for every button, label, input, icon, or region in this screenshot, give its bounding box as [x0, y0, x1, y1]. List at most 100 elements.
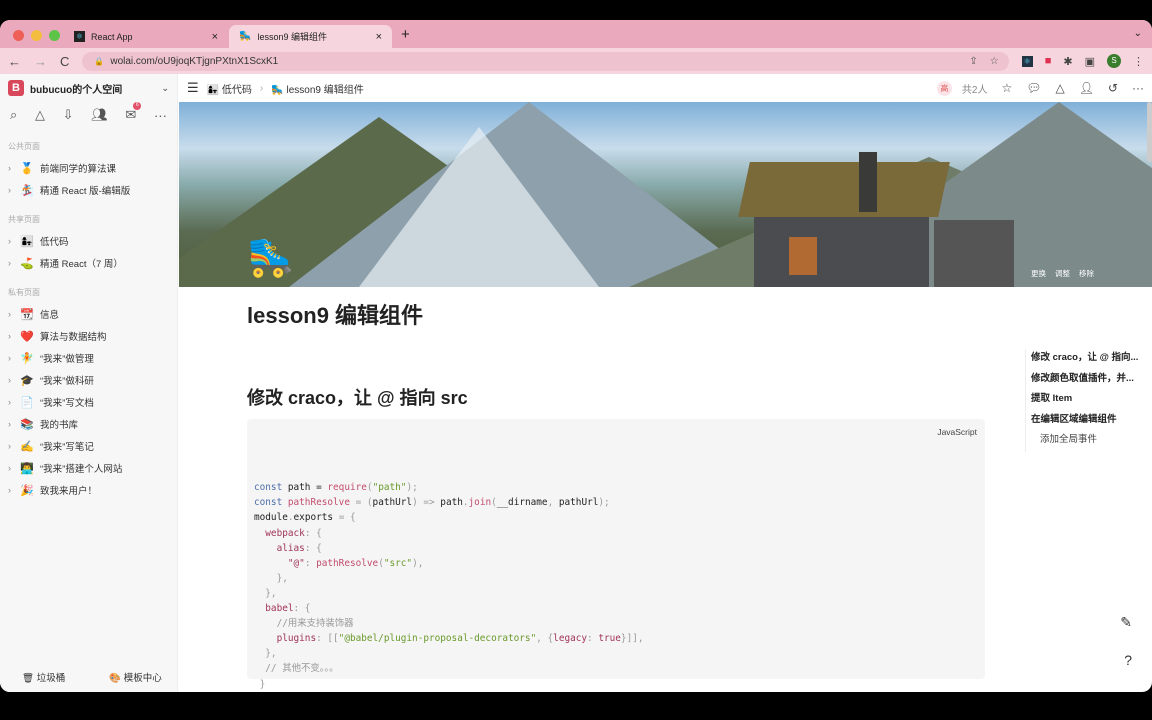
sidebar-item-label: 低代码: [40, 237, 69, 248]
collaborator-avatar[interactable]: 高: [936, 80, 952, 96]
expand-chevron-icon[interactable]: ›: [8, 236, 14, 246]
menu-icon[interactable]: ☰: [187, 80, 199, 96]
sidebar-item[interactable]: › 📚 我的书库: [0, 413, 177, 435]
comment-icon[interactable]: 💬︎: [1026, 81, 1041, 95]
react-devtools-icon[interactable]: ⚛: [1021, 55, 1033, 67]
change-cover-button[interactable]: 更换: [1031, 268, 1046, 279]
templates-button[interactable]: 🎨 模板中心: [109, 670, 161, 684]
sidebar-item[interactable]: › 🧚 “我来”做管理: [0, 347, 177, 369]
tab-list-chevron-icon[interactable]: ⌄: [1134, 28, 1142, 39]
sidebar-item[interactable]: › 🥇 前端同学的算法课: [0, 157, 177, 179]
sidebar-item[interactable]: › 🏂 精通 React 版-编辑版: [0, 179, 177, 201]
sidebar-item[interactable]: › ❤️ 算法与数据结构: [0, 325, 177, 347]
code-token: join: [468, 497, 492, 509]
code-token: : [[: [316, 633, 339, 645]
expand-chevron-icon[interactable]: ›: [8, 185, 14, 195]
close-window-button[interactable]: [13, 30, 24, 41]
page-icon[interactable]: 🛼: [247, 236, 294, 280]
forward-button[interactable]: →: [34, 54, 47, 69]
members-icon[interactable]: 👥︎: [91, 107, 108, 123]
puzzle-icon[interactable]: ✱: [1063, 55, 1072, 68]
code-line: // 其他不变。。。: [254, 661, 978, 676]
breadcrumb-item[interactable]: 🛼 lesson9 编辑组件: [271, 81, 363, 96]
section-title: 私有页面: [8, 288, 40, 297]
expand-chevron-icon[interactable]: ›: [8, 441, 14, 451]
reload-button[interactable]: C: [60, 54, 69, 69]
back-button[interactable]: ←: [8, 54, 21, 69]
sidebar-item[interactable]: › 🎓 “我来”做科研: [0, 369, 177, 391]
trash-button[interactable]: 🗑︎ 垃圾桶: [22, 670, 65, 684]
tab-title: React App: [91, 31, 133, 42]
expand-chevron-icon[interactable]: ›: [8, 397, 14, 407]
code-block[interactable]: JavaScript const path = require("path");…: [247, 419, 985, 690]
section-title: 公共页面: [8, 142, 40, 151]
expand-chevron-icon[interactable]: ›: [8, 485, 14, 495]
sidebar-item-label: 信息: [40, 310, 60, 321]
tab-bar: ⚛ React App × 🛼 lesson9 编辑组件 × + ⌄: [0, 20, 1152, 48]
more-icon[interactable]: ···: [154, 108, 167, 123]
profile-avatar[interactable]: S: [1107, 54, 1121, 68]
extension-red-icon[interactable]: ■: [1045, 55, 1052, 67]
workspace-switcher[interactable]: B bubucuo的个人空间 ⌄: [0, 74, 177, 102]
code-token: webpack: [254, 527, 305, 539]
sidebar-item[interactable]: › 👩‍👧 低代码: [0, 230, 177, 252]
expand-chevron-icon[interactable]: ›: [8, 309, 14, 319]
section-title: 共享页面: [8, 215, 40, 224]
url-input[interactable]: 🔒 wolai.com/oU9joqKTjgnPXtnX1ScxK1 ⇪ ☆: [82, 51, 1009, 71]
toc-item[interactable]: 在编辑区域编辑组件: [1031, 411, 1138, 432]
breadcrumb-item[interactable]: 👩‍👧 低代码: [207, 81, 252, 96]
toc-item[interactable]: 修改 craco，让 @ 指向...: [1031, 349, 1138, 370]
browser-menu-icon[interactable]: ⋮: [1133, 55, 1144, 68]
code-line: //用来支持装饰器: [254, 616, 978, 631]
new-tab-button[interactable]: +: [401, 26, 410, 43]
search-icon[interactable]: ⌕: [10, 107, 17, 123]
tab-lesson9[interactable]: 🛼 lesson9 编辑组件 ×: [229, 25, 392, 48]
more-icon[interactable]: ···: [1132, 81, 1144, 95]
expand-chevron-icon[interactable]: ›: [8, 163, 14, 173]
remove-cover-button[interactable]: 移除: [1079, 268, 1094, 279]
share-icon[interactable]: ⇪: [969, 56, 977, 67]
graph-icon[interactable]: △: [1055, 81, 1064, 95]
maximize-window-button[interactable]: [49, 30, 60, 41]
expand-chevron-icon[interactable]: ›: [8, 463, 14, 473]
graph-icon[interactable]: △: [35, 107, 45, 123]
close-tab-icon[interactable]: ×: [376, 31, 382, 43]
expand-chevron-icon[interactable]: ›: [8, 331, 14, 341]
toc-item[interactable]: 添加全局事件: [1031, 431, 1138, 452]
expand-chevron-icon[interactable]: ›: [8, 375, 14, 385]
minimize-window-button[interactable]: [31, 30, 42, 41]
sidebar-item[interactable]: › ⛳ 精通 React（7 周）: [0, 252, 177, 274]
favorite-star-icon[interactable]: ☆: [1001, 81, 1012, 95]
sidebar-item[interactable]: › 👨‍💻 “我来”搭建个人网站: [0, 457, 177, 479]
feedback-icon[interactable]: ✎: [1120, 614, 1132, 631]
code-token: pathUrl: [372, 497, 413, 509]
code-language-label[interactable]: JavaScript: [937, 425, 977, 440]
collaborator-count[interactable]: 共2人: [962, 81, 988, 96]
close-tab-icon[interactable]: ×: [212, 31, 218, 43]
page-actions: 高 共2人 ☆ 💬︎ △ 👤︎ ↺ ···: [936, 80, 1144, 96]
sidebar-item[interactable]: › 📄 “我来”写文档: [0, 391, 177, 413]
page-emoji-icon: 📚: [20, 418, 34, 431]
help-icon[interactable]: ?: [1124, 652, 1132, 668]
sidepanel-icon[interactable]: ▣: [1085, 55, 1095, 68]
sidebar-item[interactable]: › ✍️ “我来”写笔记: [0, 435, 177, 457]
toc-item[interactable]: 修改颜色取值插件，并...: [1031, 370, 1138, 391]
reposition-cover-button[interactable]: 调整: [1055, 268, 1070, 279]
code-line: const pathResolve = (pathUrl) => path.jo…: [254, 495, 978, 510]
sidebar-item[interactable]: › 🎉 致我来用户！: [0, 479, 177, 501]
import-icon[interactable]: ⇩: [63, 107, 74, 123]
tab-react-app[interactable]: ⚛ React App ×: [64, 25, 228, 48]
code-line: babel: {: [254, 601, 978, 616]
expand-chevron-icon[interactable]: ›: [8, 353, 14, 363]
expand-chevron-icon[interactable]: ›: [8, 419, 14, 429]
page-emoji-icon: 📆: [20, 308, 34, 321]
scrollbar[interactable]: [1147, 102, 1152, 162]
history-icon[interactable]: ↺: [1108, 81, 1118, 95]
share-user-icon[interactable]: 👤︎: [1079, 81, 1094, 95]
toc-item[interactable]: 提取 Item: [1031, 390, 1138, 411]
code-token: },: [254, 572, 288, 584]
bookmark-star-icon[interactable]: ☆: [990, 56, 999, 67]
inbox-icon[interactable]: ✉ 6: [125, 102, 142, 123]
expand-chevron-icon[interactable]: ›: [8, 258, 14, 268]
sidebar-item[interactable]: › 📆 信息: [0, 303, 177, 325]
